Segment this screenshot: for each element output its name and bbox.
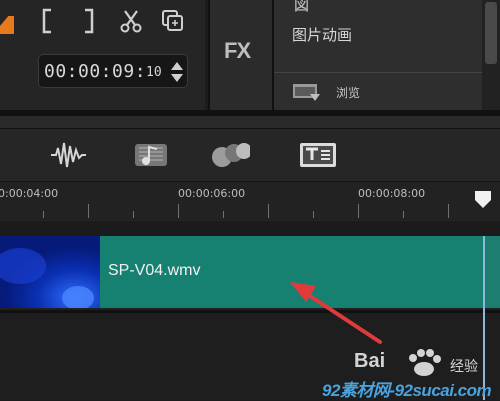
timeline-ruler[interactable]: 0:00:04:00 00:00:06:00 00:00:08:00 — [0, 181, 500, 222]
library-divider — [274, 72, 482, 73]
orange-shape-icon — [0, 16, 14, 34]
ruler-major-tick — [88, 204, 89, 218]
copy-button[interactable] — [160, 6, 186, 36]
video-track[interactable]: SP-V04.wmv — [0, 236, 500, 310]
copy-icon — [162, 10, 183, 31]
ruler-minor-tick — [133, 211, 134, 218]
browse-icon[interactable] — [292, 80, 322, 104]
timecode-value: 00:00:09: — [44, 61, 147, 82]
library-item-image-animation[interactable]: 图片动画 — [292, 24, 352, 45]
library-panel: 図 图片动画 浏览 — [274, 0, 500, 110]
fx-panel[interactable]: FX — [208, 0, 274, 110]
baidu-paw-icon — [409, 349, 441, 376]
ruler-major-tick — [178, 204, 179, 218]
ruler-minor-tick — [313, 211, 314, 218]
ruler-label: 00:00:08:00 — [358, 187, 426, 200]
ruler-major-tick — [448, 204, 449, 218]
timecode-display[interactable]: 00:00:09: 10 — [38, 54, 188, 88]
mark-in-icon — [42, 8, 51, 34]
library-item-partial[interactable]: 図 — [294, 0, 309, 15]
overlay-circles-icon — [212, 143, 250, 167]
mark-in-button[interactable] — [34, 6, 60, 36]
annotation-arrow-icon — [290, 282, 382, 344]
watermark-jingyan: 经验 — [450, 359, 478, 375]
watermark-baidu: Bai — [354, 350, 386, 372]
ruler-minor-tick — [43, 211, 44, 218]
clip-thumbnail[interactable] — [0, 236, 100, 308]
overlay-track-button[interactable] — [210, 139, 250, 171]
timecode-stepper-icon[interactable] — [169, 59, 185, 85]
timeline-toolbar — [0, 129, 500, 181]
ruler-label: 0:00:04:00 — [0, 187, 59, 200]
clip-filename: SP-V04.wmv — [108, 262, 201, 279]
timeline-header-strip — [0, 116, 500, 129]
mark-out-button[interactable] — [76, 6, 102, 36]
ruler-minor-tick — [403, 211, 404, 218]
ruler-major-tick — [358, 204, 359, 218]
playhead-handle[interactable] — [474, 190, 492, 210]
title-icon — [300, 143, 336, 167]
clip-end-segment[interactable] — [485, 236, 500, 308]
ruler-label: 00:00:06:00 — [178, 187, 246, 200]
library-scrollbar-thumb[interactable] — [485, 2, 497, 64]
ruler-minor-tick — [223, 211, 224, 218]
ruler-major-tick — [268, 204, 269, 218]
browse-button-label[interactable]: 浏览 — [336, 84, 360, 101]
split-scissors-icon — [120, 10, 142, 33]
auto-music-button[interactable] — [132, 139, 172, 171]
track-spacer — [0, 221, 500, 236]
audio-wave-icon — [51, 142, 86, 168]
title-button[interactable] — [298, 139, 338, 171]
mark-out-icon — [85, 8, 94, 34]
music-note-icon — [135, 144, 167, 166]
watermark-site: 92素材网-92sucai.com — [322, 381, 492, 400]
timecode-frame: 10 — [146, 65, 162, 80]
library-scrollbar[interactable] — [482, 0, 500, 110]
fx-label: FX — [224, 38, 251, 63]
audio-mix-button[interactable] — [48, 139, 88, 171]
split-clip-button[interactable] — [118, 6, 144, 36]
playback-control-panel: 00:00:09: 10 — [0, 0, 205, 110]
